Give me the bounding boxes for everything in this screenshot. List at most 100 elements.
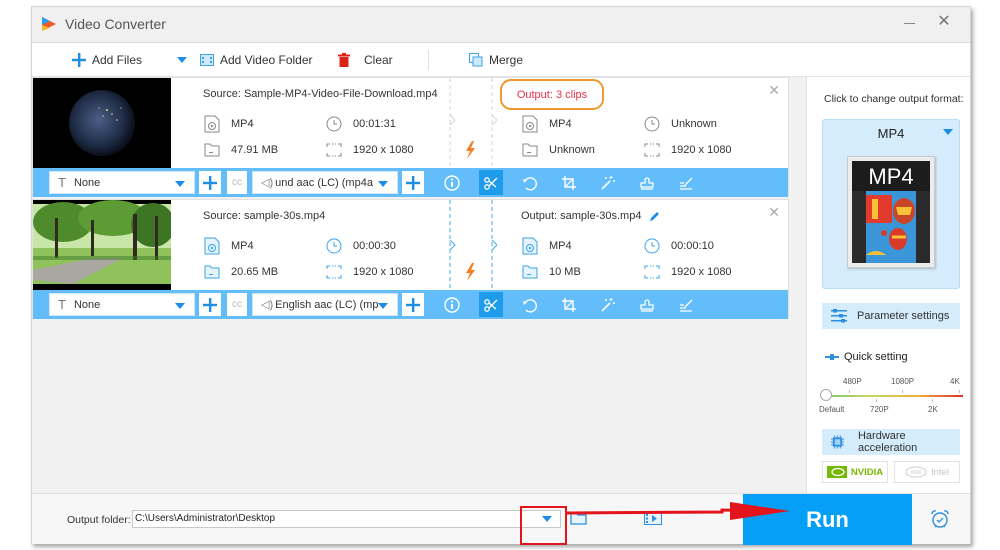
trim-button[interactable] — [479, 292, 503, 317]
clock-icon — [643, 237, 661, 255]
source-format: MP4 — [203, 115, 254, 133]
add-audio-button[interactable] — [402, 293, 424, 316]
video-file-icon — [203, 115, 221, 133]
plus-icon — [406, 175, 420, 190]
subtitle-select[interactable]: T None — [49, 171, 195, 194]
watermark-stamp-icon — [640, 298, 654, 312]
add-files-button[interactable]: Add Files — [72, 43, 142, 77]
watermark-button[interactable] — [635, 292, 659, 317]
output-resolution: 1920 x 1080 — [643, 141, 732, 159]
slider-tick — [959, 390, 960, 393]
alarm-clock-icon[interactable] — [930, 509, 950, 529]
subtitle-settings-button[interactable]: cc — [227, 293, 247, 316]
trim-button[interactable] — [479, 170, 503, 195]
change-format-label: Click to change output format: — [824, 93, 964, 105]
rotate-button[interactable] — [518, 292, 542, 317]
info-icon — [444, 174, 460, 191]
info-button[interactable] — [440, 170, 464, 195]
scissors-icon — [484, 298, 498, 312]
crop-button[interactable] — [557, 170, 581, 195]
nvidia-option[interactable]: NVIDIA — [822, 461, 888, 483]
subtitle-select[interactable]: T None — [49, 293, 195, 316]
effects-button[interactable] — [596, 292, 620, 317]
add-video-folder-button[interactable]: Add Video Folder — [200, 43, 313, 77]
clear-button[interactable]: Clear — [338, 43, 393, 77]
svg-text:MP4: MP4 — [868, 164, 913, 189]
slider-track[interactable] — [825, 395, 963, 397]
output-folder-label: Output folder: — [67, 514, 131, 526]
plus-icon — [72, 53, 86, 67]
rotate-icon — [523, 176, 537, 190]
effects-button[interactable] — [596, 170, 620, 195]
source-duration: 00:00:30 — [325, 237, 396, 255]
audio-track-select[interactable]: ◁) und aac (LC) (mp4a — [252, 171, 398, 194]
video-file-icon — [521, 115, 539, 133]
remove-file-button[interactable]: ✕ — [768, 204, 780, 221]
resolution-icon — [643, 141, 661, 159]
open-folder-icon[interactable] — [570, 512, 588, 525]
file-item[interactable]: Source: Sample-MP4-Video-File-Download.m… — [32, 77, 789, 197]
edit-pencil-icon[interactable] — [649, 210, 661, 222]
subtitle-edit-button[interactable] — [674, 292, 698, 317]
plus-icon — [203, 297, 217, 312]
output-format-name: MP4 — [877, 126, 905, 141]
watermark-button[interactable] — [635, 170, 659, 195]
output-clips-badge[interactable]: Output: 3 clips — [500, 79, 604, 110]
crop-button[interactable] — [557, 292, 581, 317]
cc-icon: cc — [232, 299, 242, 310]
slider-tick — [902, 390, 903, 393]
source-size: 47.91 MB — [203, 141, 278, 159]
clock-icon — [643, 115, 661, 133]
mp4-format-icon: MP4 — [847, 156, 935, 268]
source-resolution: 1920 x 1080 — [325, 263, 414, 281]
quality-slider[interactable]: 480P 1080P 4K Default 720P 2K — [819, 373, 965, 417]
minimize-button[interactable] — [902, 15, 918, 31]
add-subtitle-button[interactable] — [199, 171, 221, 194]
effects-wand-icon — [601, 297, 615, 312]
parameter-settings-button[interactable]: Parameter settings — [822, 303, 960, 329]
slider-handle[interactable] — [820, 389, 832, 401]
toolbar-divider — [428, 50, 429, 70]
output-format-selector[interactable]: MP4 MP4 — [822, 119, 960, 289]
lightning-icon — [466, 141, 475, 159]
output-folder-input[interactable]: C:\Users\Administrator\Desktop — [132, 510, 561, 528]
subtitle-edit-button[interactable] — [674, 170, 698, 195]
merge-label: Merge — [489, 53, 524, 67]
remove-file-button[interactable]: ✕ — [768, 82, 780, 99]
rotate-button[interactable] — [518, 170, 542, 195]
sliders-settings-icon — [831, 309, 847, 323]
info-icon — [444, 296, 460, 313]
app-window: Video Converter ✕ Add Files Add Video Fo… — [31, 6, 971, 545]
add-subtitle-button[interactable] — [199, 293, 221, 316]
merge-button[interactable]: Merge — [469, 43, 523, 77]
add-audio-button[interactable] — [402, 171, 424, 194]
plus-icon — [203, 175, 217, 190]
lightning-icon — [466, 263, 475, 281]
output-size: 10 MB — [521, 263, 581, 281]
preview-video-icon[interactable] — [644, 512, 662, 525]
hardware-acceleration-button[interactable]: Hardware acceleration — [822, 429, 960, 455]
close-button[interactable]: ✕ — [936, 13, 952, 31]
quick-setting-heading: Quick setting — [825, 351, 908, 363]
output-resolution: 1920 x 1080 — [643, 263, 732, 281]
clear-label: Clear — [364, 53, 393, 67]
nvidia-logo-icon — [826, 466, 847, 478]
output-settings-panel: Click to change output format: MP4 MP4 P… — [806, 77, 970, 493]
subtitle-settings-button[interactable]: cc — [227, 171, 247, 194]
intel-option[interactable]: intel Intel — [894, 461, 960, 483]
info-button[interactable] — [440, 292, 464, 317]
svg-text:intel: intel — [911, 470, 922, 476]
quality-label-480p: 480P — [843, 377, 862, 386]
add-files-dropdown[interactable] — [177, 43, 187, 77]
file-item[interactable]: Source: sample-30s.mp4 MP4 00:00:30 20.6… — [32, 199, 789, 319]
app-title: Video Converter — [65, 16, 166, 32]
video-file-icon — [203, 237, 221, 255]
plus-icon — [406, 297, 420, 312]
quality-label-1080p: 1080P — [891, 377, 915, 386]
resolution-icon — [325, 141, 343, 159]
edit-toolbar: T None cc ◁) und aac (LC) (mp4a — [33, 168, 788, 197]
quality-label-4k: 4K — [950, 377, 960, 386]
audio-track-select[interactable]: ◁) English aac (LC) (mp — [252, 293, 398, 316]
run-button[interactable]: Run — [743, 494, 912, 545]
slider-tick — [849, 390, 850, 393]
